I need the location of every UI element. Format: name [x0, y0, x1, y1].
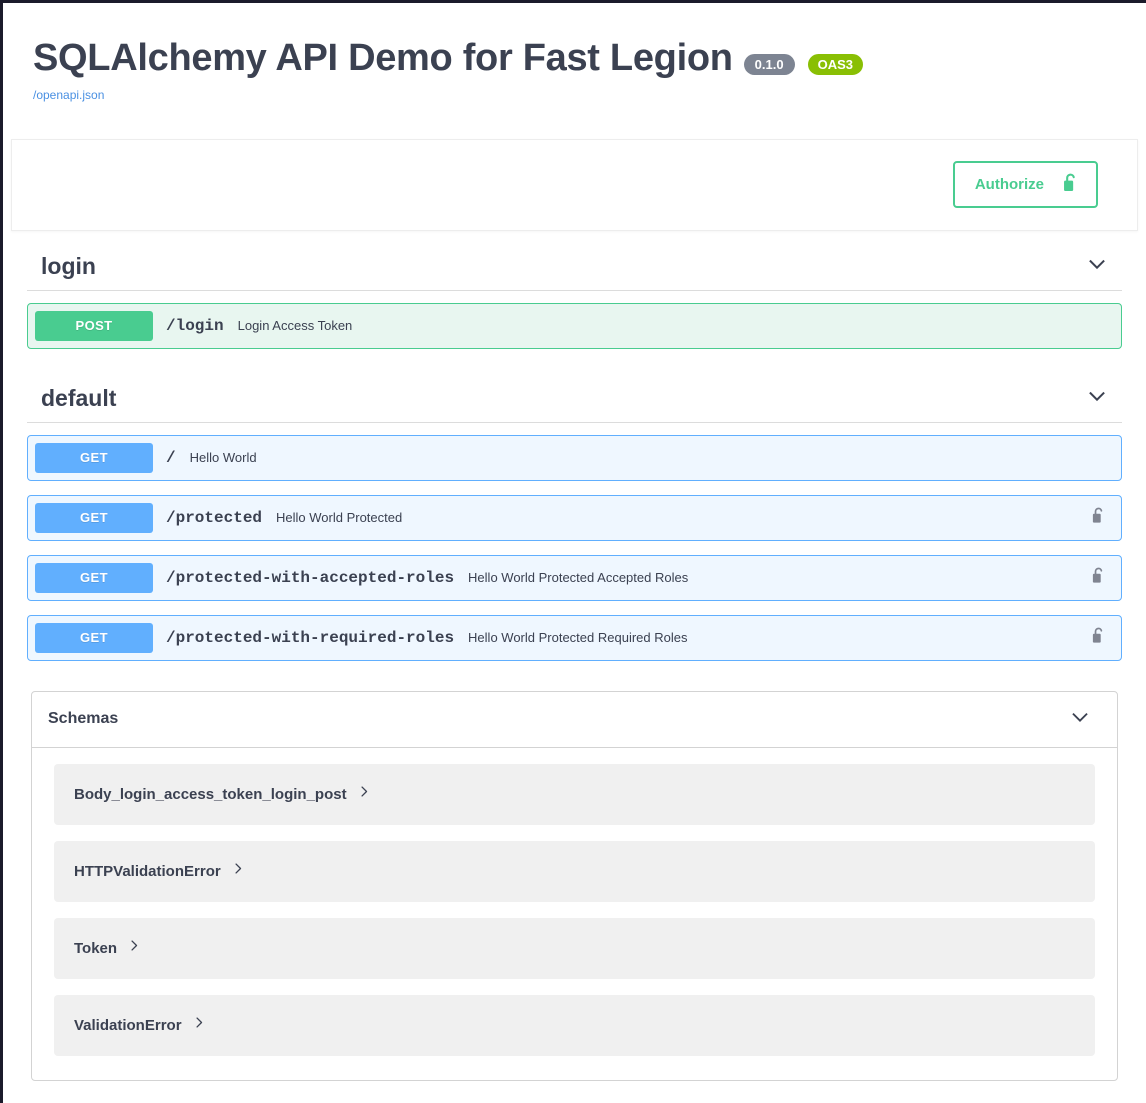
- chevron-down-icon[interactable]: [1069, 706, 1091, 733]
- schemas-panel: Schemas Body_login_access_token_login_po…: [31, 690, 1118, 1081]
- chevron-right-icon[interactable]: [193, 1016, 206, 1034]
- schema-row[interactable]: Body_login_access_token_login_post: [54, 763, 1095, 825]
- chevron-down-icon[interactable]: [1086, 385, 1108, 412]
- tag-name-login: login: [41, 252, 96, 279]
- authorize-button-label: Authorize: [974, 176, 1044, 194]
- operation-row[interactable]: GET /protected Hello World Protected: [27, 494, 1122, 541]
- lock-open-icon[interactable]: [1090, 626, 1107, 650]
- http-method-badge: POST: [35, 310, 153, 341]
- swagger-ui-page: SQLAlchemy API Demo for Fast Legion 0.1.…: [0, 0, 1146, 1103]
- operation-path: /protected-with-required-roles: [166, 628, 455, 647]
- chevron-down-icon[interactable]: [1086, 253, 1108, 280]
- chevron-right-icon[interactable]: [232, 862, 245, 880]
- title-row: SQLAlchemy API Demo for Fast Legion 0.1.…: [33, 37, 1146, 79]
- schema-row[interactable]: ValidationError: [54, 994, 1095, 1056]
- operation-path: /protected-with-accepted-roles: [166, 568, 455, 587]
- schemas-title: Schemas: [48, 710, 119, 728]
- version-badge: 0.1.0: [743, 54, 795, 76]
- schemas-list: Body_login_access_token_login_post HTTPV…: [32, 748, 1117, 1080]
- operation-summary: Hello World Protected: [276, 510, 403, 526]
- http-method-badge: GET: [35, 622, 153, 653]
- oas-version-badge: OAS3: [805, 52, 865, 78]
- openapi-spec-link[interactable]: /openapi.json: [33, 88, 104, 102]
- schema-row[interactable]: HTTPValidationError: [54, 840, 1095, 902]
- operation-path: /: [166, 448, 176, 467]
- operations-container: login POST /login Login Access Token def…: [3, 231, 1146, 661]
- tag-header-default[interactable]: default: [27, 363, 1122, 423]
- operation-row[interactable]: GET / Hello World: [27, 434, 1122, 481]
- schema-name: Body_login_access_token_login_post: [74, 785, 347, 803]
- tag-section-login: login POST /login Login Access Token: [27, 231, 1122, 349]
- operation-summary: Login Access Token: [237, 318, 353, 334]
- chevron-right-icon[interactable]: [128, 939, 141, 957]
- schema-name: Token: [74, 939, 118, 957]
- chevron-right-icon[interactable]: [358, 785, 371, 803]
- operations-list-login: POST /login Login Access Token: [27, 291, 1122, 349]
- operation-row[interactable]: GET /protected-with-accepted-roles Hello…: [27, 554, 1122, 601]
- api-info-block: SQLAlchemy API Demo for Fast Legion 0.1.…: [3, 3, 1146, 104]
- tag-header-login[interactable]: login: [27, 231, 1122, 291]
- authorize-button[interactable]: Authorize: [952, 161, 1098, 209]
- auth-wrapper: Authorize: [11, 138, 1138, 231]
- operation-summary: Hello World Protected Accepted Roles: [468, 570, 689, 586]
- lock-open-icon[interactable]: [1090, 506, 1107, 530]
- schema-name: ValidationError: [74, 1016, 182, 1034]
- operation-path: /login: [166, 316, 224, 335]
- operations-list-default: GET / Hello World GET /protected Hello W…: [27, 423, 1122, 661]
- lock-open-icon[interactable]: [1090, 566, 1107, 590]
- tag-name-default: default: [41, 384, 117, 411]
- operation-row[interactable]: GET /protected-with-required-roles Hello…: [27, 614, 1122, 661]
- schema-row[interactable]: Token: [54, 917, 1095, 979]
- operation-summary: Hello World: [189, 450, 257, 466]
- schema-name: HTTPValidationError: [74, 862, 221, 880]
- schemas-header[interactable]: Schemas: [32, 692, 1117, 748]
- page-title: SQLAlchemy API Demo for Fast Legion: [33, 37, 733, 79]
- operation-row[interactable]: POST /login Login Access Token: [27, 302, 1122, 349]
- http-method-badge: GET: [35, 562, 153, 593]
- operation-path: /protected: [166, 508, 263, 527]
- lock-open-icon: [1061, 172, 1080, 197]
- http-method-badge: GET: [35, 442, 153, 473]
- http-method-badge: GET: [35, 502, 153, 533]
- operation-summary: Hello World Protected Required Roles: [468, 630, 688, 646]
- tag-section-default: default GET / Hello World GET /protected…: [27, 363, 1122, 661]
